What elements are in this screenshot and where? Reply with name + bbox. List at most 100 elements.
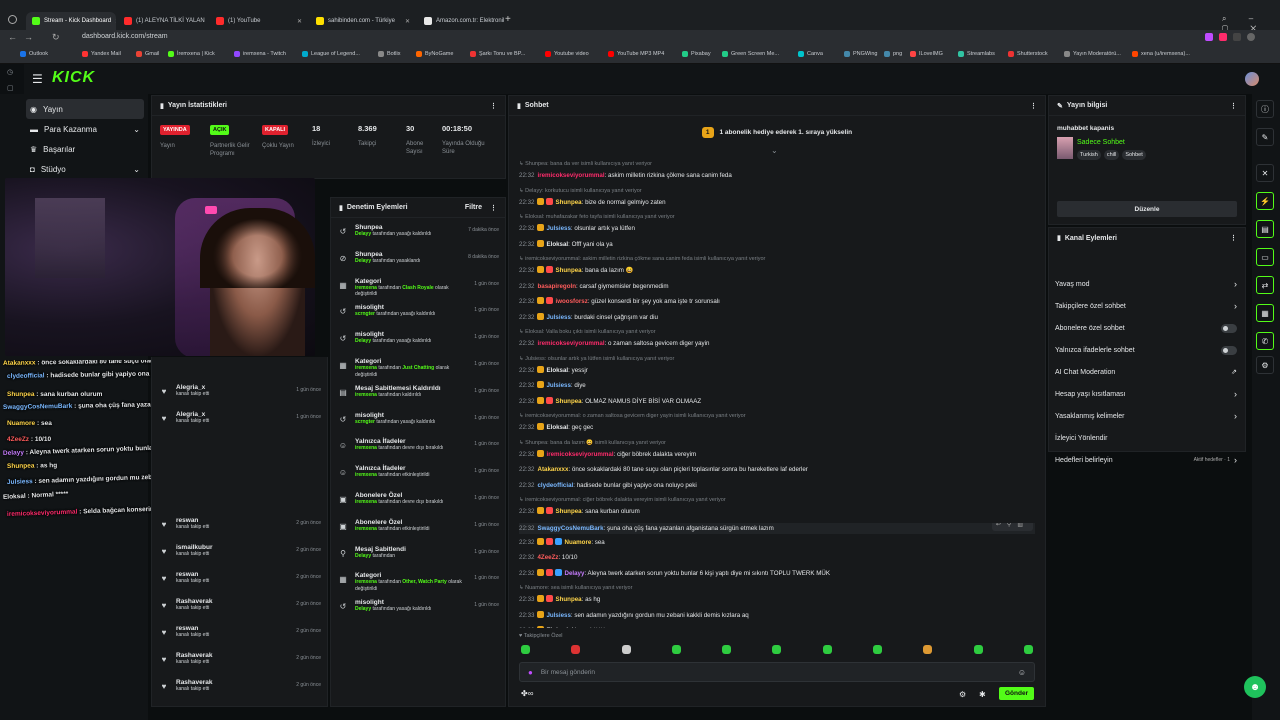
chat-message[interactable]: 22:32 clydeofficial: hadisede bunlar gibi…	[519, 481, 1035, 490]
chat-message[interactable]: 22:32 iremicokseviyorummal: askim milleti…	[519, 171, 1035, 180]
chat-username[interactable]: Eloksal	[546, 367, 568, 374]
chat-username[interactable]: basapiregoln	[537, 283, 576, 290]
user-avatar[interactable]	[1245, 72, 1259, 86]
follower-name[interactable]: Rashaverak	[176, 652, 213, 659]
filter-button[interactable]: Filtre	[465, 204, 482, 212]
chat-message[interactable]: 22:32 iremicokseviyorummal: o zaman salto…	[519, 339, 1035, 348]
settings-icon[interactable]: ⚙	[1256, 356, 1274, 374]
kick-logo[interactable]: KICK	[52, 69, 95, 87]
layers-icon[interactable]: ▦	[1256, 304, 1274, 322]
bookmark-item[interactable]: Streamlabs	[958, 51, 995, 57]
channel-action-item[interactable]: Yasaklanmış kelimeler ›	[1055, 406, 1237, 426]
send-button[interactable]: Gönder	[999, 687, 1035, 700]
chat-username[interactable]: Julsiess	[546, 314, 570, 321]
chat-message[interactable]: 22:32 Shunpea: bize de normal gelmiyo zat…	[519, 197, 1035, 207]
close-icon[interactable]: ✕	[115, 18, 116, 25]
chat-message[interactable]: 22:32 Eloksal: geç gec	[519, 423, 1035, 432]
bookmark-item[interactable]: Yayın Moderatörü...	[1064, 51, 1121, 57]
channel-action-item[interactable]: Hedefleri belirleyin Aktif hedefler · 1 ›	[1055, 450, 1237, 470]
chat-message[interactable]: 22:32 iremicokseviyorummal: ciğer böbrek …	[519, 449, 1035, 459]
bookmark-item[interactable]: Pixabay	[682, 51, 711, 57]
follower-name[interactable]: reswan	[176, 571, 209, 578]
pencil-icon[interactable]: ✎	[1256, 128, 1274, 146]
follower-name[interactable]: ismailkubur	[176, 544, 212, 551]
pin-icon[interactable]: ⚲	[1007, 523, 1017, 528]
chevron-down-icon[interactable]: ⌄	[771, 146, 778, 155]
more-menu-icon[interactable]: ⋮	[1230, 234, 1237, 242]
browser-tab[interactable]: sahibinden.com - Türkiye ✕	[310, 12, 416, 30]
link-icon[interactable]: ⇄	[1256, 276, 1274, 294]
chat-message[interactable]: 22:32 Shunpea: OLMAZ NAMUS DİYE BİSİ VAR …	[519, 396, 1035, 406]
chat-message[interactable]: 22:32 Eloksal: Offf yani ola ya	[519, 239, 1035, 249]
browser-tab[interactable]: Stream - Kick Dashboard✕	[26, 12, 116, 30]
bookmark-item[interactable]: xena (u/iremxena)...	[1132, 51, 1190, 57]
bookmark-item[interactable]: Yandex Mail	[82, 51, 121, 57]
follower-name[interactable]: Alegria_x	[176, 384, 209, 391]
extensions-icons[interactable]	[1205, 33, 1255, 41]
edit-button[interactable]: Düzenle	[1057, 201, 1237, 217]
chat-username[interactable]: Julsiess	[546, 225, 570, 232]
chat-message[interactable]: 22:32 Eloksal: yessjr	[519, 365, 1035, 375]
bookmark-item[interactable]: PNGWing	[844, 51, 877, 57]
emote-icon[interactable]	[873, 645, 883, 654]
support-chat-button[interactable]: ☻	[1244, 676, 1266, 698]
emote-icon[interactable]	[621, 645, 631, 654]
follower-name[interactable]: reswan	[176, 517, 209, 524]
bolt-icon[interactable]: ⚡	[1256, 192, 1274, 210]
chat-message[interactable]: 22:32 Shunpea: sana kurban olurum	[519, 507, 1035, 516]
channel-action-item[interactable]: İzleyici Yönlendir	[1055, 428, 1237, 448]
browser-tab[interactable]: Amazon.com.tr: Elektronik✕	[418, 12, 504, 30]
chat-message[interactable]: 22:32 basapiregoln: carsaf giymemisler be…	[519, 282, 1035, 291]
emoji-icon[interactable]: ☺	[1018, 668, 1026, 677]
gift-banner[interactable]: 1 1 abonelik hediye ederek 1. sıraya yük…	[509, 122, 1045, 142]
bookmark-item[interactable]: iremxena - Twitch	[234, 51, 286, 57]
bookmark-item[interactable]: Gmail	[136, 51, 159, 57]
chat-username[interactable]: Eloksal	[546, 627, 568, 628]
chat-username[interactable]: Julsiess	[546, 382, 570, 389]
channel-action-item[interactable]: Takipçilere özel sohbet ›	[1055, 296, 1237, 316]
bookmark-item[interactable]: ByNoGame	[416, 51, 453, 57]
back-icon[interactable]: ←	[8, 32, 17, 42]
more-menu-icon[interactable]: ⋮	[1030, 102, 1037, 110]
emote-icon[interactable]	[571, 645, 581, 654]
bookmark-item[interactable]: ILoveIMG	[910, 51, 943, 57]
follower-name[interactable]: reswan	[176, 625, 209, 632]
bookmark-item[interactable]: Canva	[798, 51, 823, 57]
chat-username[interactable]: Atakanxxx	[537, 466, 568, 473]
emote-icon[interactable]	[822, 645, 832, 654]
toggle-switch[interactable]	[1221, 345, 1237, 355]
reload-icon[interactable]: ↻	[52, 32, 60, 43]
chat-username[interactable]: clydeofficial	[537, 482, 573, 489]
close-icon[interactable]: ✕	[297, 18, 302, 25]
chat-input-box[interactable]: ● Bir mesaj gönderin ☺	[519, 662, 1035, 682]
chat-username[interactable]: Julsiess	[546, 612, 570, 619]
chat-message[interactable]: 22:33 Julsiess: sen adamın yazdığını gord…	[519, 610, 1035, 620]
bookmark-item[interactable]: League of Legend...	[302, 51, 360, 57]
bookmark-item[interactable]: Şarkı Tonu ve BP...	[470, 51, 525, 57]
browser-menu-icon[interactable]	[8, 15, 17, 24]
stream-tag[interactable]: Sohbet	[1122, 150, 1146, 160]
file-icon[interactable]: ▤	[1256, 220, 1274, 238]
chat-message[interactable]: 22:32 Nuamore: sea	[519, 538, 1035, 547]
channel-action-item[interactable]: Abonelere özel sohbet	[1055, 318, 1237, 338]
sidebar-item-studyo[interactable]: ◘ Stüdyo ⌄	[26, 159, 144, 179]
emote-icon[interactable]	[521, 645, 530, 654]
chat-username[interactable]: iwoosforsz	[555, 298, 587, 305]
wrench-icon[interactable]: ✆	[1256, 332, 1274, 350]
stream-tag[interactable]: Turkish	[1077, 150, 1101, 160]
chat-username[interactable]: Shunpea	[555, 398, 581, 405]
chat-username[interactable]: Shunpea	[555, 596, 581, 603]
follower-name[interactable]: Rashaverak	[176, 679, 213, 686]
reply-icon[interactable]: ↩	[996, 523, 1007, 528]
emote-icon[interactable]	[973, 645, 983, 654]
chat-message[interactable]: 22:33 Shunpea: as hg	[519, 595, 1035, 604]
history-icon[interactable]: ◷	[7, 68, 14, 76]
chat-message[interactable]: 22:32 Julsiess: olsunlar artık ya lütfen	[519, 224, 1035, 233]
bookmark-item[interactable]: Green Screen Me...	[722, 51, 779, 57]
chat-username[interactable]: Shunpea	[555, 267, 581, 274]
bookmark-item[interactable]: Outlook	[20, 51, 48, 57]
chat-username[interactable]: Delayy	[564, 570, 584, 577]
chat-username[interactable]: Nuamore	[564, 539, 591, 546]
chat-message[interactable]: 22:32 SwaggyCosNemuBark: şuna oha çüş fan…	[519, 522, 1035, 534]
delete-icon[interactable]: ▥	[1017, 523, 1029, 528]
